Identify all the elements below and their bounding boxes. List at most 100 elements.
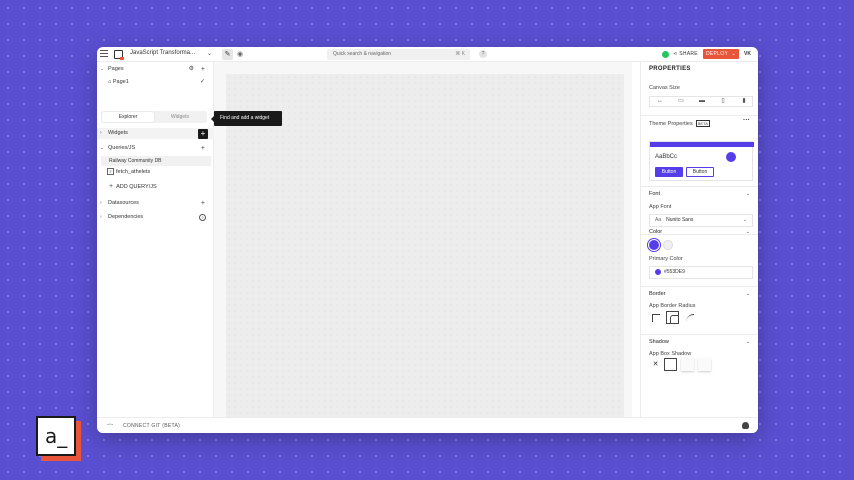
app-logo-icon[interactable] xyxy=(114,50,124,60)
box-shadow-label: App Box Shadow xyxy=(649,351,692,357)
divider xyxy=(641,334,758,335)
add-page-icon[interactable]: + xyxy=(201,64,205,75)
divider xyxy=(641,115,758,116)
explorer-sidebar: ⌄ Pages ⚙ + ⌂ Page1 ✓ Explorer Widgets ›… xyxy=(97,62,214,417)
share-label: SHARE xyxy=(679,51,698,57)
sidebar-tabs: Explorer Widgets xyxy=(101,111,207,123)
chevron-right-icon[interactable]: › xyxy=(100,212,102,223)
edit-mode-icon[interactable]: ✎ xyxy=(222,49,233,60)
pages-header[interactable]: ⌄ Pages ⚙ + xyxy=(97,64,214,75)
menu-icon[interactable] xyxy=(100,50,108,58)
canvas-size-label: Canvas Size xyxy=(649,85,680,91)
theme-button-outline: Button xyxy=(686,167,714,177)
radius-none-icon[interactable] xyxy=(649,311,662,324)
theme-properties-header: Theme Properties BETA xyxy=(649,120,710,127)
divider xyxy=(641,286,758,287)
shadow-section-title[interactable]: Shadow xyxy=(649,339,669,345)
page1-label: Page1 xyxy=(112,79,129,85)
view-mode-icon[interactable]: ◉ xyxy=(237,50,243,58)
tab-widgets[interactable]: Widgets xyxy=(154,112,206,122)
home-icon: ⌂ xyxy=(108,79,112,85)
font-section-title[interactable]: Font xyxy=(649,191,660,197)
tab-explorer[interactable]: Explorer xyxy=(102,112,154,122)
user-avatar[interactable]: VK xyxy=(744,51,751,57)
widgets-header[interactable]: › Widgets + xyxy=(97,128,214,139)
pages-label: Pages xyxy=(108,66,124,72)
chevron-down-icon[interactable]: ⌄ xyxy=(746,339,750,345)
queries-header[interactable]: ⌄ Queries/JS + xyxy=(97,143,214,154)
radius-large-icon[interactable] xyxy=(683,311,696,324)
theme-sample-text: AaBbCc xyxy=(655,154,678,160)
divider xyxy=(641,186,758,187)
chevron-down-icon[interactable]: ⌄ xyxy=(746,191,750,197)
desktop-icon[interactable]: ▭ xyxy=(671,97,691,106)
chevron-down-icon[interactable]: ⌄ xyxy=(746,291,750,297)
more-options-icon[interactable]: ··· xyxy=(743,117,750,124)
status-online-icon xyxy=(662,51,669,58)
tablet-landscape-icon[interactable]: ▬ xyxy=(692,97,712,106)
properties-title: PROPERTIES xyxy=(649,66,691,72)
deploy-chevron-icon[interactable]: ⌄ xyxy=(732,49,737,59)
add-query-button[interactable]: + ADD QUERY/JS xyxy=(109,183,157,190)
add-datasource-icon[interactable]: + xyxy=(201,198,205,209)
dependencies-header[interactable]: › Dependencies ? xyxy=(97,212,214,223)
search-bar[interactable]: Quick search & navigation ⌘ K xyxy=(327,49,470,60)
deploy-button[interactable]: DEPLOY ⌄ xyxy=(703,49,739,59)
help-icon[interactable]: ? xyxy=(479,50,487,58)
plus-icon: + xyxy=(109,183,114,190)
chevron-down-icon[interactable]: ⌄ xyxy=(100,143,104,154)
add-query-icon[interactable]: + xyxy=(201,143,205,154)
shadow-small-option[interactable] xyxy=(664,358,677,371)
beta-badge: BETA xyxy=(695,120,710,127)
add-widget-tooltip: Find and add a widget xyxy=(211,111,282,126)
page-item-page1[interactable]: ⌂ Page1 ✓ xyxy=(97,77,214,88)
query-item-fetch[interactable]: ≡ fetch_athelets xyxy=(107,168,150,177)
color-preview-icon xyxy=(655,268,661,275)
canvas[interactable] xyxy=(226,74,624,417)
help-circle-icon[interactable]: ? xyxy=(199,214,206,221)
chevron-down-icon[interactable]: ⌄ xyxy=(100,64,104,75)
dependencies-label: Dependencies xyxy=(108,214,144,220)
shadow-medium-option[interactable] xyxy=(681,358,694,371)
theme-preview-card[interactable]: AaBbCc Button Button xyxy=(649,141,754,181)
theme-color-dot xyxy=(726,152,736,162)
font-prefix: Aa xyxy=(655,217,662,223)
bug-icon[interactable] xyxy=(742,422,749,429)
connect-git-button[interactable]: CONNECT GIT (BETA) xyxy=(123,423,180,429)
datasource-group-railway[interactable]: Railway Community DB xyxy=(101,156,211,166)
mobile-icon[interactable]: ▮ xyxy=(734,97,754,106)
theme-button-filled: Button xyxy=(655,167,683,177)
app-window: JavaScript Transforma... ⌄ ✎ ◉ Quick sea… xyxy=(97,47,758,433)
share-button[interactable]: ⋖ SHARE xyxy=(673,51,698,57)
radius-medium-icon[interactable] xyxy=(666,311,679,324)
color-swatch-primary[interactable] xyxy=(649,240,659,250)
fluid-width-icon[interactable]: ↔ xyxy=(650,97,670,106)
search-shortcut: ⌘ K xyxy=(455,51,465,57)
add-widget-button[interactable]: + xyxy=(198,129,208,139)
shadow-large-option[interactable] xyxy=(698,358,711,371)
primary-color-input[interactable]: #553DE9 xyxy=(649,266,753,279)
search-placeholder: Quick search & navigation xyxy=(333,51,392,57)
datasources-label: Datasources xyxy=(108,200,139,206)
app-name[interactable]: JavaScript Transforma... xyxy=(130,50,195,56)
canvas-size-selector: ↔ ▭ ▬ ▯ ▮ xyxy=(649,96,753,107)
datasources-header[interactable]: › Datasources + xyxy=(97,198,214,209)
chevron-down-icon[interactable]: ⌄ xyxy=(743,215,747,226)
settings-icon[interactable]: ⚙ xyxy=(189,64,194,75)
shadow-none-icon[interactable]: ✕ xyxy=(649,358,662,371)
color-swatch-secondary[interactable] xyxy=(663,240,673,250)
chevron-right-icon[interactable]: › xyxy=(100,198,102,209)
tablet-portrait-icon[interactable]: ▯ xyxy=(713,97,733,106)
chevron-down-icon[interactable]: ⌄ xyxy=(746,229,750,235)
color-section-title[interactable]: Color xyxy=(649,229,662,235)
deploy-label: DEPLOY xyxy=(706,51,729,57)
app-font-select[interactable]: Aa Nunito Sans ⌄ xyxy=(649,214,753,227)
add-query-label: ADD QUERY/JS xyxy=(116,184,157,190)
query-name: fetch_athelets xyxy=(116,169,151,175)
top-bar: JavaScript Transforma... ⌄ ✎ ◉ Quick sea… xyxy=(97,47,758,62)
git-icon[interactable]: -◦- xyxy=(107,422,113,428)
chevron-right-icon[interactable]: › xyxy=(100,128,102,139)
border-section-title[interactable]: Border xyxy=(649,291,666,297)
primary-color-value: #553DE9 xyxy=(664,269,685,275)
app-menu-chevron-icon[interactable]: ⌄ xyxy=(207,50,212,57)
